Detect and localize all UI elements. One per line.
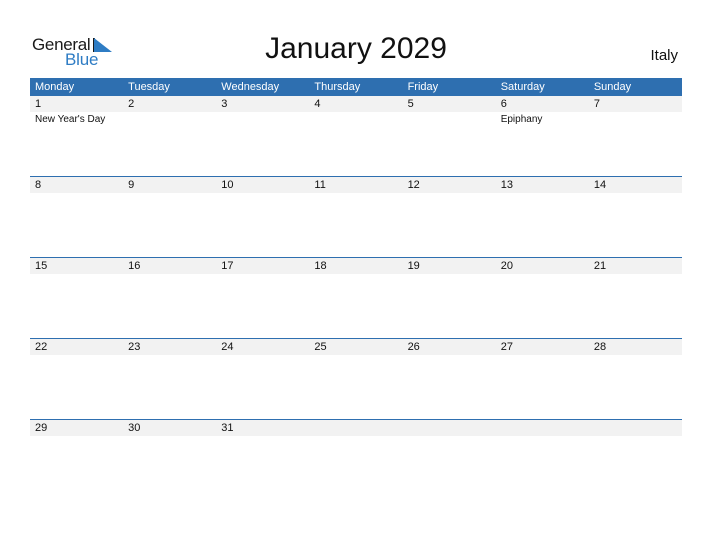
day-cell: 3	[216, 96, 309, 177]
day-number: 30	[128, 422, 141, 434]
holiday-label: New Year's Day	[35, 114, 106, 125]
day-cell	[309, 420, 402, 501]
week-cells: 29 30 31	[30, 420, 682, 501]
day-cell: 25	[309, 339, 402, 420]
week-row: 22 23 24 25 26 27 28	[30, 338, 682, 420]
day-cell: 26	[403, 339, 496, 420]
day-cell: 17	[216, 258, 309, 339]
day-cell: 7	[589, 96, 682, 177]
week-row: 29 30 31	[30, 419, 682, 501]
day-cell: 14	[589, 177, 682, 258]
day-number: 27	[500, 341, 513, 353]
week-cells: 8 9 10 11 12 13 14	[30, 177, 682, 258]
day-number: 5	[407, 98, 414, 110]
day-cell: 15	[30, 258, 123, 339]
day-cell: 6 Epiphany	[496, 96, 589, 177]
weekday-sunday: Sunday	[593, 81, 632, 93]
day-number: 12	[407, 179, 420, 191]
day-number: 3	[221, 98, 228, 110]
weekday-header: Monday Tuesday Wednesday Thursday Friday…	[30, 78, 682, 96]
holiday-label: Epiphany	[500, 114, 543, 125]
day-cell: 27	[496, 339, 589, 420]
day-number: 24	[221, 341, 234, 353]
weekday-wednesday: Wednesday	[221, 81, 280, 93]
week-cells: 15 16 17 18 19 20 21	[30, 258, 682, 339]
day-cell	[403, 420, 496, 501]
day-cell	[589, 420, 682, 501]
country-label: Italy	[650, 47, 678, 64]
day-cell: 19	[403, 258, 496, 339]
week-row: 15 16 17 18 19 20 21	[30, 257, 682, 339]
day-number: 14	[593, 179, 607, 191]
day-number: 4	[314, 98, 321, 110]
day-number: 8	[35, 179, 42, 191]
day-number: 7	[593, 98, 600, 110]
day-cell: 9	[123, 177, 216, 258]
day-number: 29	[35, 422, 48, 434]
day-cell: 2	[123, 96, 216, 177]
day-cell: 8	[30, 177, 123, 258]
day-cell: 30	[123, 420, 216, 501]
day-number: 11	[314, 179, 326, 191]
day-number: 15	[35, 260, 48, 272]
day-cell: 22	[30, 339, 123, 420]
weekday-saturday: Saturday	[500, 81, 545, 93]
day-number: 28	[593, 341, 607, 353]
day-number: 20	[500, 260, 513, 272]
day-cell: 21	[589, 258, 682, 339]
day-cell	[496, 420, 589, 501]
day-number: 19	[407, 260, 420, 272]
day-number: 13	[500, 179, 513, 191]
weekday-thursday: Thursday	[314, 81, 361, 93]
day-number: 2	[128, 98, 135, 110]
day-cell: 1 New Year's Day	[30, 96, 123, 177]
day-number: 26	[407, 341, 420, 353]
day-cell: 4	[309, 96, 402, 177]
week-row: 1 New Year's Day 2 3 4 5 6 Epiphany 7	[30, 96, 682, 177]
day-cell: 13	[496, 177, 589, 258]
day-cell: 31	[216, 420, 309, 501]
day-number: 6	[500, 98, 507, 110]
week-cells: 1 New Year's Day 2 3 4 5 6 Epiphany 7	[30, 96, 682, 177]
week-row: 8 9 10 11 12 13 14	[30, 176, 682, 258]
day-cell: 12	[403, 177, 496, 258]
weekday-monday: Monday	[35, 81, 75, 93]
day-cell: 20	[496, 258, 589, 339]
day-cell: 24	[216, 339, 309, 420]
day-number: 16	[128, 260, 141, 272]
day-number: 18	[314, 260, 327, 272]
day-number: 10	[221, 179, 234, 191]
day-number: 21	[593, 260, 607, 272]
weekday-tuesday: Tuesday	[128, 81, 170, 93]
calendar-title: January 2029	[265, 32, 447, 65]
day-cell: 11	[309, 177, 402, 258]
day-number: 25	[314, 341, 327, 353]
week-cells: 22 23 24 25 26 27 28	[30, 339, 682, 420]
day-number: 23	[128, 341, 141, 353]
day-cell: 10	[216, 177, 309, 258]
day-cell: 16	[123, 258, 216, 339]
day-number: 9	[128, 179, 135, 191]
day-number: 31	[221, 422, 234, 434]
day-number: 22	[35, 341, 48, 353]
day-number: 1	[35, 98, 42, 110]
day-cell: 5	[403, 96, 496, 177]
day-cell: 28	[589, 339, 682, 420]
weekday-friday: Friday	[407, 81, 439, 93]
day-number: 17	[221, 260, 234, 272]
day-cell: 29	[30, 420, 123, 501]
day-cell: 18	[309, 258, 402, 339]
day-cell: 23	[123, 339, 216, 420]
